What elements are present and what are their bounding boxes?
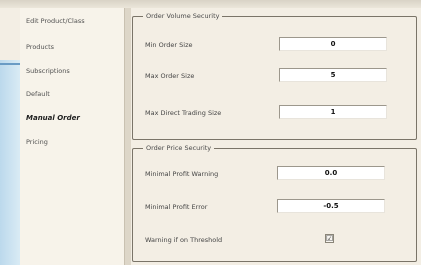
sidebar: Edit Product/Class Products Subscription… [20,8,124,265]
min-order-size-input[interactable]: 0 [279,37,387,51]
left-decoration-bar [0,63,20,65]
minimal-profit-error-row: Minimal Profit Error -0.5 [133,199,416,215]
sidebar-item-edit-product-class[interactable]: Edit Product/Class [26,17,85,25]
minimal-profit-warning-input[interactable]: 0.0 [277,166,385,180]
minimal-profit-error-input[interactable]: -0.5 [277,199,385,213]
field-label: Min Order Size [145,41,193,49]
sidebar-divider[interactable] [124,8,131,265]
left-decoration [0,60,20,265]
max-order-size-row: Max Order Size 5 [133,68,416,84]
field-label: Minimal Profit Error [145,203,208,211]
max-direct-trading-size-row: Max Direct Trading Size 1 [133,105,416,121]
order-volume-security-group: Order Volume Security Min Order Size 0 M… [132,12,417,140]
max-order-size-input[interactable]: 5 [279,68,387,82]
field-label: Max Direct Trading Size [145,109,222,117]
sidebar-item-products[interactable]: Products [26,43,54,51]
top-strip [0,0,421,8]
group-title: Order Volume Security [143,12,223,20]
sidebar-item-pricing[interactable]: Pricing [26,138,48,146]
warning-threshold-row: Warning if on Threshold ☑ [133,232,416,248]
sidebar-item-manual-order[interactable]: Manual Order [26,114,80,122]
sidebar-item-default[interactable]: Default [26,90,50,98]
group-title: Order Price Security [143,144,215,152]
field-label: Minimal Profit Warning [145,170,219,178]
max-direct-trading-size-input[interactable]: 1 [279,105,387,119]
minimal-profit-warning-row: Minimal Profit Warning 0.0 [133,166,416,182]
order-price-security-group: Order Price Security Minimal Profit Warn… [132,144,417,262]
warning-threshold-checkbox[interactable]: ☑ [325,234,334,243]
sidebar-item-subscriptions[interactable]: Subscriptions [26,67,70,75]
min-order-size-row: Min Order Size 0 [133,37,416,53]
checkbox-label: Warning if on Threshold [145,236,223,244]
field-label: Max Order Size [145,72,195,80]
